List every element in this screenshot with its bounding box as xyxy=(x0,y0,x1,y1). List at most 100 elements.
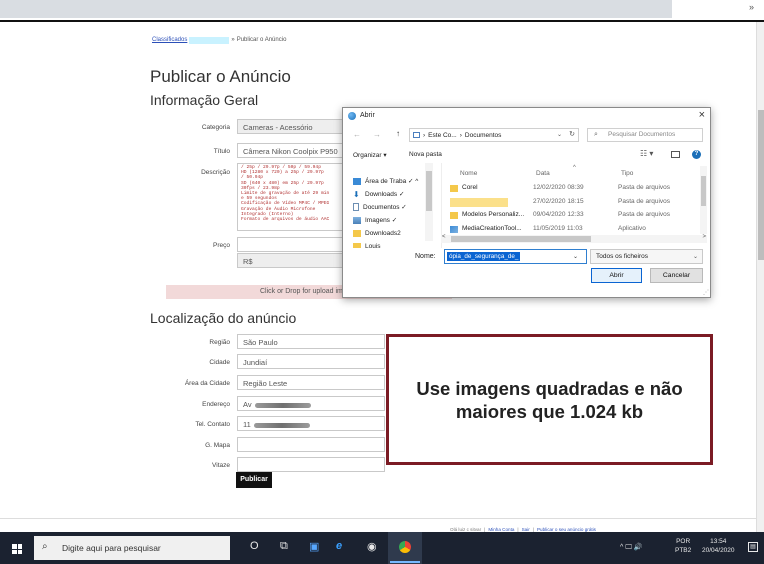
open-button[interactable]: Abrir xyxy=(591,268,642,283)
navigation-pane-scrollbar[interactable] xyxy=(425,163,433,241)
description-line: Formato de arquivos de áudio AAC xyxy=(241,217,330,223)
downloads-icon: ⬇ xyxy=(353,189,360,199)
price-label: Preço xyxy=(213,242,230,249)
store-icon[interactable]: ▣ xyxy=(309,540,319,553)
map-input[interactable] xyxy=(237,437,385,452)
file-row[interactable]: MediaCreationTool... 11/05/2019 11:03 Apli… xyxy=(447,224,705,235)
navigation-pane-scrollbar-thumb[interactable] xyxy=(426,171,432,211)
phone-input[interactable]: 11 xyxy=(237,416,385,431)
column-header-type[interactable]: Tipo xyxy=(621,170,633,177)
file-list-scrollbar-thumb[interactable] xyxy=(701,176,706,206)
media-player-icon[interactable]: ◉ xyxy=(367,540,377,553)
horizontal-scrollbar[interactable]: < > xyxy=(441,234,707,243)
taskbar-clock[interactable]: 13:54 20/04/2020 xyxy=(702,537,735,555)
navigation-pane-item[interactable]: Louis xyxy=(353,240,381,248)
browser-toolbar xyxy=(0,0,672,18)
edge-icon[interactable]: e xyxy=(336,540,342,552)
city-area-label: Área da Cidade xyxy=(184,380,230,387)
column-header-date[interactable]: Data xyxy=(536,170,550,177)
navigation-pane-item[interactable]: Área de Traba ✓ ^ xyxy=(353,175,418,187)
search-icon: ⌕ xyxy=(594,131,598,138)
page-scrollbar-thumb[interactable] xyxy=(758,110,764,260)
dialog-search-input[interactable]: ⌕ Pesquisar Documentos xyxy=(587,128,703,142)
address-separator: › xyxy=(423,131,426,139)
navigation-pane-item[interactable]: Imagens ✓ xyxy=(353,214,397,226)
system-tray-icons[interactable]: ^ 🖵 🔊 xyxy=(620,543,643,552)
navigation-pane-item[interactable]: Downloads2 xyxy=(353,227,401,239)
folder-icon xyxy=(450,185,458,192)
clock-date: 20/04/2020 xyxy=(702,547,735,554)
file-row[interactable]: Modelos Personaliz... 09/04/2020 12:33 Pas… xyxy=(447,210,705,221)
open-file-dialog: Abrir × ← → ↑ › Este Co... › Documentos … xyxy=(342,107,711,298)
file-type: Pasta de arquivos xyxy=(618,211,671,218)
new-folder-button[interactable]: Nova pasta xyxy=(409,151,442,158)
screen: » Classificados » Publicar o Anúncio Pub… xyxy=(0,0,764,564)
filename-input[interactable]: ópia_de_segurança_de_ xyxy=(444,249,587,264)
city-area-input[interactable]: Região Leste xyxy=(237,375,385,390)
file-row[interactable]: 27/02/2020 18:15 Pasta de arquivos xyxy=(447,197,705,208)
back-arrow-icon[interactable]: ← xyxy=(353,130,361,139)
publish-button[interactable]: Publicar xyxy=(236,472,272,488)
breadcrumb-home-link[interactable]: Classificados xyxy=(152,37,187,44)
page-scrollbar[interactable] xyxy=(756,22,764,532)
chevron-down-icon[interactable]: ⌄ xyxy=(557,131,562,138)
taskbar-search-input[interactable]: ⌕ Digite aqui para pesquisar xyxy=(34,536,230,560)
file-name: Corel xyxy=(462,184,478,191)
address-separator: › xyxy=(459,131,462,139)
cancel-button[interactable]: Cancelar xyxy=(650,268,703,283)
browser-extensions-icon[interactable]: » xyxy=(749,2,754,12)
description-textarea[interactable]: / 25p / 29.97p / 50p / 59.94p HD (1280 x … xyxy=(237,163,345,231)
region-input[interactable]: São Paulo xyxy=(237,334,385,349)
phone-label: Tel. Contato xyxy=(195,421,230,428)
category-select[interactable]: Cameras - Acessório xyxy=(237,119,345,134)
view-options-icon[interactable]: ☷ ▾ xyxy=(640,149,653,158)
folder-icon xyxy=(353,242,361,248)
phone-value: 11 xyxy=(243,420,251,429)
navigation-pane-item[interactable]: Documentos ✓ xyxy=(353,201,407,213)
task-view-icon[interactable]: ⧉ xyxy=(280,540,288,553)
category-label: Categoria xyxy=(201,124,230,131)
city-input[interactable]: Jundiaí xyxy=(237,354,385,369)
horizontal-scrollbar-thumb[interactable] xyxy=(451,236,591,242)
filename-history-dropdown-icon[interactable]: ⌄ xyxy=(573,253,578,260)
dialog-titlebar[interactable]: Abrir × xyxy=(343,108,710,125)
notification-center-icon[interactable]: ▤ xyxy=(748,542,758,552)
phone-redacted xyxy=(253,422,310,428)
up-arrow-icon[interactable]: ↑ xyxy=(396,129,400,138)
desktop-folder-icon xyxy=(353,177,361,185)
browser-chrome: » xyxy=(0,0,764,22)
organize-button[interactable]: Organizar ▾ xyxy=(353,151,387,159)
refresh-icon[interactable]: ↻ xyxy=(569,130,575,138)
file-name-redacted xyxy=(450,197,508,207)
computer-icon xyxy=(413,132,420,138)
scroll-right-icon[interactable]: > xyxy=(702,234,706,240)
forward-arrow-icon[interactable]: → xyxy=(373,130,381,139)
address-input[interactable]: Av xyxy=(237,396,385,411)
map-label: G. Mapa xyxy=(205,442,230,449)
file-row[interactable]: Corel 12/02/2020 08:39 Pasta de arquivos xyxy=(447,183,705,194)
navigation-pane-item[interactable]: ⬇ Downloads ✓ xyxy=(353,188,404,200)
file-type: Pasta de arquivos xyxy=(618,197,671,205)
file-list-scrollbar[interactable] xyxy=(700,166,707,234)
close-icon[interactable]: × xyxy=(699,109,705,121)
breadcrumb-current: Publicar o Anúncio xyxy=(236,37,287,43)
price-input[interactable] xyxy=(237,237,345,252)
start-button[interactable] xyxy=(0,532,34,564)
cortana-icon[interactable]: O xyxy=(250,540,259,552)
page-title: Publicar o Anúncio xyxy=(150,67,291,86)
address-segment-this-pc[interactable]: Este Co... xyxy=(428,132,457,139)
help-icon[interactable]: ? xyxy=(692,150,701,159)
column-header-name[interactable]: Nome xyxy=(460,170,477,177)
dialog-toolbar: Organizar ▾ Nova pasta ☷ ▾ ? xyxy=(343,148,710,162)
address-bar[interactable]: › Este Co... › Documentos ⌄ ↻ xyxy=(409,128,579,142)
vitaze-input[interactable] xyxy=(237,457,385,472)
resize-grip-icon[interactable]: ⋰ xyxy=(703,289,709,296)
dialog-title: Abrir xyxy=(360,112,375,119)
preview-pane-icon[interactable] xyxy=(671,151,680,158)
input-language-indicator[interactable]: POR PTB2 xyxy=(675,537,691,555)
scroll-left-icon[interactable]: < xyxy=(442,234,446,240)
windows-logo-icon xyxy=(12,544,22,554)
address-segment-documents[interactable]: Documentos xyxy=(465,132,502,139)
file-type-select[interactable]: Todos os ficheiros ⌄ xyxy=(590,249,703,264)
title-input[interactable]: Câmera Nikon Coolpix P950 xyxy=(237,143,345,158)
